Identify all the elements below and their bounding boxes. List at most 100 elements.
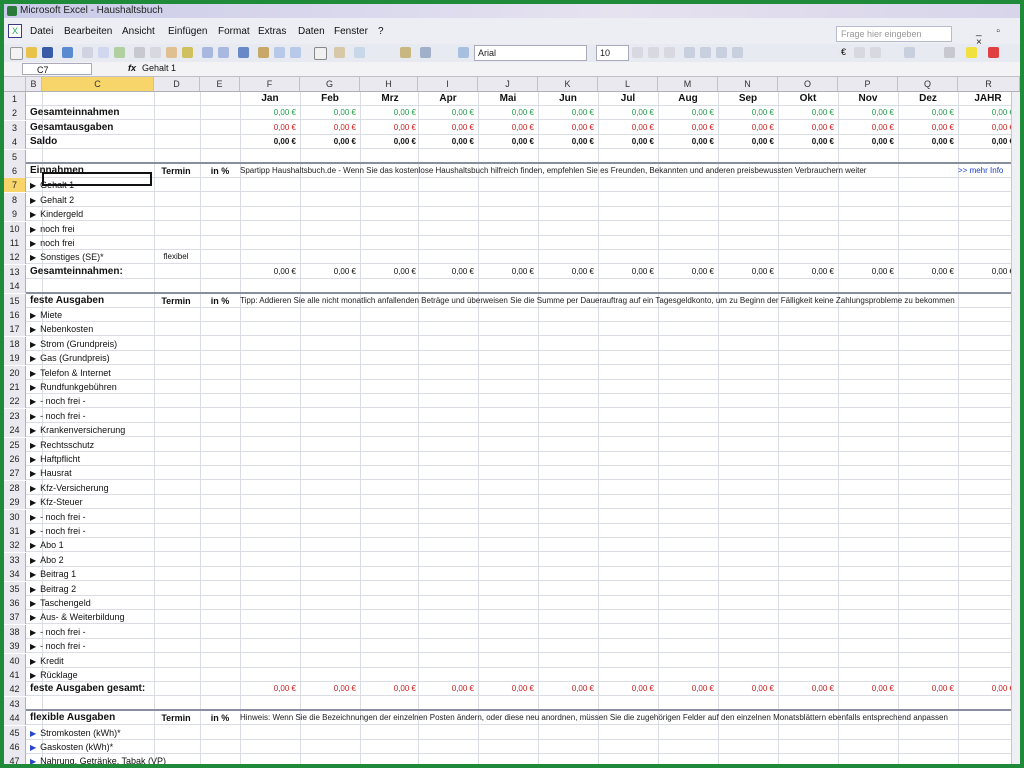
amount-cell[interactable]: 0,00 € bbox=[304, 265, 356, 279]
amount-cell[interactable]: 0,00 € bbox=[662, 121, 714, 135]
fixed-item[interactable]: ▶ - noch frei - bbox=[30, 510, 86, 524]
amount-cell[interactable]: 0,00 € bbox=[364, 265, 416, 279]
align-left-icon[interactable] bbox=[684, 47, 695, 58]
bold-icon[interactable] bbox=[632, 47, 643, 58]
row-header[interactable]: 41 bbox=[4, 668, 26, 682]
fixed-item[interactable]: ▶ Haftpflicht bbox=[30, 452, 80, 466]
row-header[interactable]: 24 bbox=[4, 423, 26, 438]
formula-input[interactable]: Gehalt 1 bbox=[142, 63, 176, 73]
row-header[interactable]: 7 bbox=[4, 178, 26, 193]
row-header[interactable]: 47 bbox=[4, 754, 26, 764]
amount-cell[interactable]: 0,00 € bbox=[244, 106, 296, 120]
amount-cell[interactable]: 0,00 € bbox=[602, 121, 654, 135]
col-header-m[interactable]: M bbox=[658, 77, 718, 91]
amount-cell[interactable]: 0,00 € bbox=[662, 682, 714, 696]
fixed-item[interactable]: ▶ Krankenversicherung bbox=[30, 423, 125, 437]
menu-ansicht[interactable]: Ansicht bbox=[122, 26, 155, 37]
expand-arrow-icon[interactable]: ▶ bbox=[30, 340, 36, 349]
expand-arrow-icon[interactable]: ▶ bbox=[30, 484, 36, 493]
row-header[interactable]: 42 bbox=[4, 682, 26, 697]
font-size-select[interactable]: 10 bbox=[596, 45, 629, 61]
expand-arrow-icon[interactable]: ▶ bbox=[30, 253, 36, 262]
row-header[interactable]: 14 bbox=[4, 279, 26, 294]
amount-cell[interactable]: 0,00 € bbox=[482, 106, 534, 120]
zoom-icon[interactable] bbox=[354, 47, 365, 58]
row-header[interactable]: 17 bbox=[4, 322, 26, 337]
fixed-item[interactable]: ▶ Hausrat bbox=[30, 466, 72, 480]
amount-cell[interactable]: 0,00 € bbox=[422, 135, 474, 149]
fixed-item[interactable]: ▶ Beitrag 1 bbox=[30, 567, 76, 581]
amount-cell[interactable]: 0,00 € bbox=[782, 106, 834, 120]
amount-cell[interactable]: 0,00 € bbox=[962, 682, 1014, 696]
font-select[interactable]: Arial bbox=[474, 45, 587, 61]
col-header-k[interactable]: K bbox=[538, 77, 598, 91]
fixed-item[interactable]: ▶ Beitrag 2 bbox=[30, 582, 76, 596]
indent-icon[interactable] bbox=[904, 47, 915, 58]
expand-arrow-icon[interactable]: ▶ bbox=[30, 613, 36, 622]
research-icon[interactable] bbox=[400, 47, 411, 58]
fixed-item[interactable]: ▶ - noch frei - bbox=[30, 639, 86, 653]
hyperlink-icon[interactable] bbox=[238, 47, 249, 58]
col-header-b[interactable]: B bbox=[26, 77, 42, 91]
help-search-input[interactable]: Frage hier eingeben bbox=[836, 26, 952, 42]
open-icon[interactable] bbox=[26, 47, 37, 58]
amount-cell[interactable]: 0,00 € bbox=[542, 265, 594, 279]
amount-cell[interactable]: 0,00 € bbox=[542, 135, 594, 149]
col-header-f[interactable]: F bbox=[240, 77, 300, 91]
fixed-item[interactable]: ▶ - noch frei - bbox=[30, 625, 86, 639]
expand-arrow-icon[interactable]: ▶ bbox=[30, 743, 36, 752]
expand-arrow-icon[interactable]: ▶ bbox=[30, 757, 36, 764]
row-header[interactable]: 43 bbox=[4, 696, 26, 711]
menu-daten[interactable]: Daten bbox=[298, 26, 325, 37]
expand-arrow-icon[interactable]: ▶ bbox=[30, 210, 36, 219]
amount-cell[interactable]: 0,00 € bbox=[842, 682, 894, 696]
row-header[interactable]: 40 bbox=[4, 653, 26, 668]
fixed-item[interactable]: ▶ Kredit bbox=[30, 654, 64, 668]
col-header-d[interactable]: D bbox=[154, 77, 200, 91]
expand-arrow-icon[interactable]: ▶ bbox=[30, 311, 36, 320]
select-all-corner[interactable] bbox=[4, 77, 26, 91]
fixed-item[interactable]: ▶ Aus- & Weiterbildung bbox=[30, 610, 125, 624]
expand-arrow-icon[interactable]: ▶ bbox=[30, 469, 36, 478]
col-header-n[interactable]: N bbox=[718, 77, 778, 91]
amount-cell[interactable]: 0,00 € bbox=[722, 106, 774, 120]
fill-color-icon[interactable] bbox=[966, 47, 977, 58]
expand-arrow-icon[interactable]: ▶ bbox=[30, 441, 36, 450]
row-header[interactable]: 39 bbox=[4, 639, 26, 654]
row-header[interactable]: 20 bbox=[4, 365, 26, 380]
align-center-icon[interactable] bbox=[700, 47, 711, 58]
amount-cell[interactable]: 0,00 € bbox=[422, 265, 474, 279]
row-header[interactable]: 32 bbox=[4, 538, 26, 553]
expand-arrow-icon[interactable]: ▶ bbox=[30, 498, 36, 507]
row-header[interactable]: 25 bbox=[4, 437, 26, 452]
permission-icon[interactable] bbox=[62, 47, 73, 58]
row-header[interactable]: 37 bbox=[4, 610, 26, 625]
amount-cell[interactable]: 0,00 € bbox=[782, 265, 834, 279]
row-header[interactable]: 31 bbox=[4, 524, 26, 538]
expand-arrow-icon[interactable]: ▶ bbox=[30, 570, 36, 579]
expand-arrow-icon[interactable]: ▶ bbox=[30, 181, 36, 190]
expand-arrow-icon[interactable]: ▶ bbox=[30, 671, 36, 680]
amount-cell[interactable]: 0,00 € bbox=[602, 135, 654, 149]
row-header[interactable]: 29 bbox=[4, 495, 26, 510]
fixed-item[interactable]: ▶ - noch frei - bbox=[30, 394, 86, 408]
col-header-q[interactable]: Q bbox=[898, 77, 958, 91]
amount-cell[interactable]: 0,00 € bbox=[364, 121, 416, 135]
amount-cell[interactable]: 0,00 € bbox=[842, 265, 894, 279]
col-header-j[interactable]: J bbox=[478, 77, 538, 91]
amount-cell[interactable]: 0,00 € bbox=[962, 121, 1014, 135]
row-header[interactable]: 27 bbox=[4, 466, 26, 481]
flexible-item[interactable]: ▶ Nahrung, Getränke, Tabak (VP) bbox=[30, 754, 166, 764]
row-header[interactable]: 38 bbox=[4, 624, 26, 639]
expand-arrow-icon[interactable]: ▶ bbox=[30, 426, 36, 435]
menu-bearbeiten[interactable]: Bearbeiten bbox=[64, 26, 112, 37]
amount-cell[interactable]: 0,00 € bbox=[782, 682, 834, 696]
amount-cell[interactable]: 0,00 € bbox=[902, 121, 954, 135]
fixed-item[interactable]: ▶ Gas (Grundpreis) bbox=[30, 351, 110, 365]
fixed-item[interactable]: ▶ Rundfunkgebühren bbox=[30, 380, 117, 394]
row-header[interactable]: 19 bbox=[4, 351, 26, 366]
chart-wizard-icon[interactable] bbox=[314, 47, 327, 60]
flexible-item[interactable]: ▶ Stromkosten (kWh)* bbox=[30, 726, 121, 740]
fixed-item[interactable]: ▶ Rechtsschutz bbox=[30, 438, 94, 452]
expand-arrow-icon[interactable]: ▶ bbox=[30, 657, 36, 666]
